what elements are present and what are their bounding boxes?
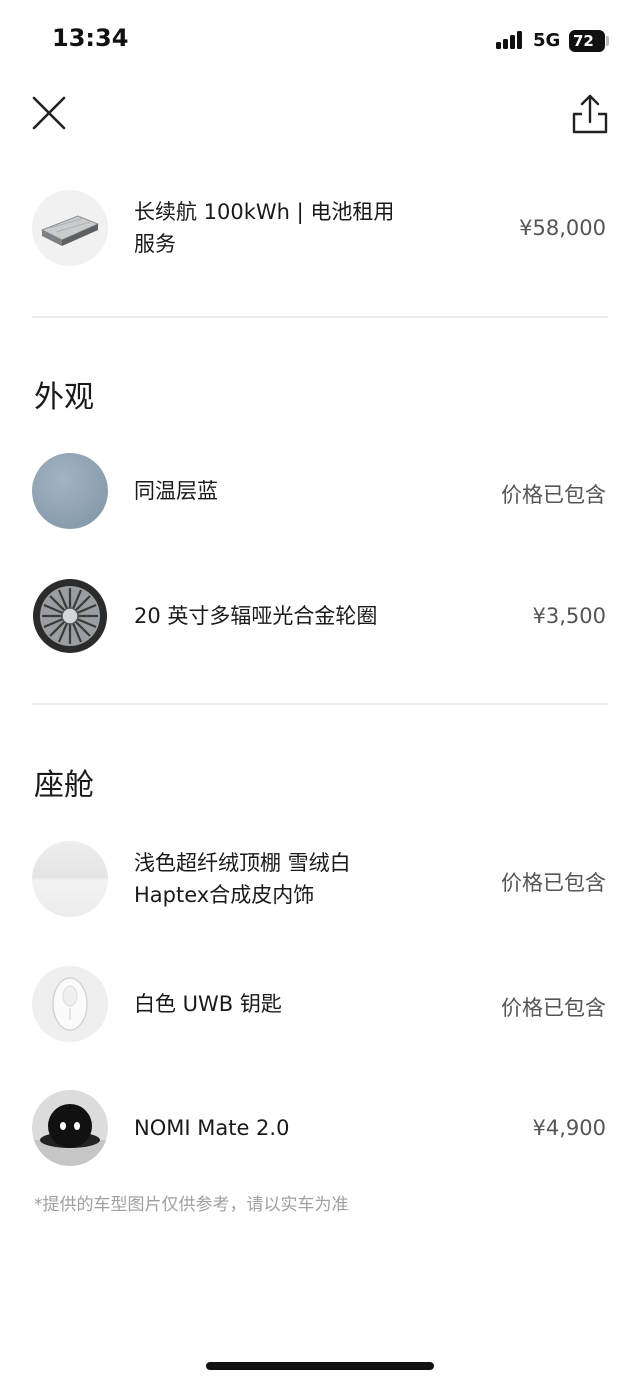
paint-swatch <box>32 453 108 529</box>
paint-name: 同温层蓝 <box>134 479 218 503</box>
nomi-price: ¥4,900 <box>532 1116 606 1140</box>
battery-item: 长续航 100kWh | 电池租用 服务 ¥58,000 <box>0 190 640 270</box>
battery-item-name-line2: 服务 <box>134 232 176 256</box>
divider <box>32 316 608 318</box>
wheel-price: ¥3,500 <box>532 604 606 628</box>
interior-swatch <box>32 841 108 917</box>
nomi-name: NOMI Mate 2.0 <box>134 1116 290 1140</box>
interior-name-line1: 浅色超纤绒顶棚 雪绒白 <box>134 851 351 875</box>
status-bar: 13:34 5G 72 <box>0 0 640 80</box>
home-indicator[interactable] <box>206 1362 434 1370</box>
close-icon[interactable] <box>30 94 68 132</box>
share-icon[interactable] <box>570 92 610 136</box>
cabin-item-nomi: NOMI Mate 2.0 ¥4,900 <box>0 1090 640 1170</box>
signal-icon <box>496 31 522 49</box>
top-bar <box>0 90 640 140</box>
divider <box>32 703 608 705</box>
disclaimer-text: *提供的车型图片仅供参考，请以实车为准 <box>34 1195 349 1215</box>
battery-icon: 72 <box>569 30 605 52</box>
battery-item-price: ¥58,000 <box>519 216 606 240</box>
interior-price: 价格已包含 <box>501 871 606 895</box>
battery-pack-image <box>32 190 108 266</box>
wheel-name: 20 英寸多辐哑光合金轮圈 <box>134 604 378 628</box>
battery-level: 72 <box>573 32 594 50</box>
uwb-key-image <box>32 966 108 1042</box>
cabin-item-uwb-key: 白色 UWB 钥匙 价格已包含 <box>0 966 640 1046</box>
wheel-image <box>32 578 108 654</box>
uwb-key-name: 白色 UWB 钥匙 <box>134 992 282 1016</box>
cabin-item-interior: 浅色超纤绒顶棚 雪绒白 Haptex合成皮内饰 价格已包含 <box>0 841 640 921</box>
nomi-image <box>32 1090 108 1166</box>
battery-tip <box>606 36 609 46</box>
status-time: 13:34 <box>52 24 129 52</box>
network-label: 5G <box>533 30 561 51</box>
uwb-key-price: 价格已包含 <box>501 996 606 1020</box>
exterior-section-title: 外观 <box>34 380 94 415</box>
exterior-item-paint: 同温层蓝 价格已包含 <box>0 453 640 533</box>
exterior-item-wheels: 20 英寸多辐哑光合金轮圈 ¥3,500 <box>0 578 640 658</box>
paint-price: 价格已包含 <box>501 483 606 507</box>
interior-name-line2: Haptex合成皮内饰 <box>134 883 315 907</box>
battery-item-name-line1: 长续航 100kWh | 电池租用 <box>134 200 395 224</box>
cabin-section-title: 座舱 <box>34 768 94 803</box>
